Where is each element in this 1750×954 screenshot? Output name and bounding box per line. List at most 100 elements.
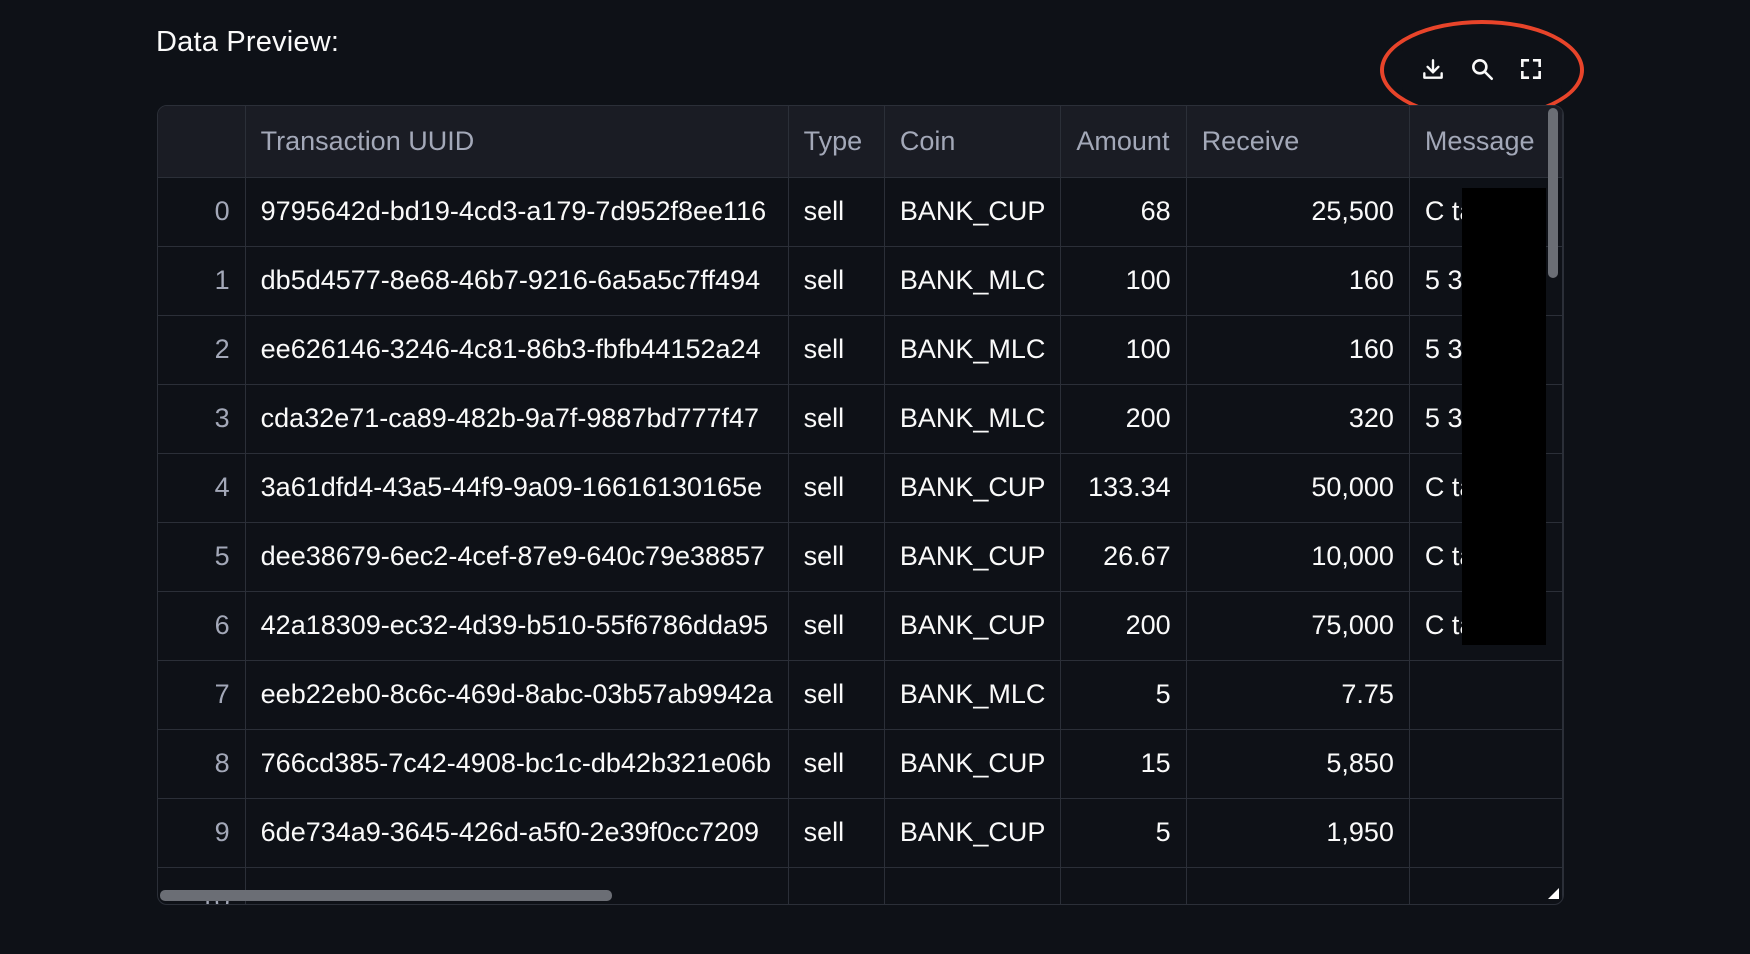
- column-header-amount[interactable]: Amount: [1060, 106, 1187, 178]
- cell-receive[interactable]: 10,000: [1186, 522, 1410, 592]
- dataframe-toolbar: [1402, 43, 1562, 95]
- cell-coin[interactable]: BANK_CUP: [884, 729, 1062, 799]
- table-row[interactable]: 3 cda32e71-ca89-482b-9a7f-9887bd777f47 sel…: [158, 384, 1563, 454]
- row-index[interactable]: 1: [158, 246, 246, 316]
- cell-coin[interactable]: BANK_CUP: [884, 453, 1062, 523]
- cell-receive[interactable]: 5,850: [1186, 729, 1410, 799]
- cell-coin[interactable]: BANK_MLC: [884, 660, 1062, 730]
- cell-type[interactable]: [788, 867, 885, 904]
- table-row[interactable]: 7 eeb22eb0-8c6c-469d-8abc-03b57ab9942a sel…: [158, 660, 1563, 730]
- download-button[interactable]: [1413, 49, 1453, 89]
- cell-amount[interactable]: 100: [1060, 315, 1187, 385]
- index-header[interactable]: [158, 106, 246, 178]
- table-row[interactable]: 1 db5d4577-8e68-46b7-9216-6a5a5c7ff494 sel…: [158, 246, 1563, 316]
- download-icon: [1422, 59, 1443, 79]
- cell-transaction-uuid[interactable]: 3a61dfd4-43a5-44f9-9a09-16616130165e: [245, 453, 789, 523]
- fullscreen-button[interactable]: [1511, 49, 1551, 89]
- cell-coin[interactable]: BANK_CUP: [884, 177, 1062, 247]
- row-index[interactable]: 3: [158, 384, 246, 454]
- cell-type[interactable]: sell: [788, 246, 885, 316]
- cell-type[interactable]: sell: [788, 798, 885, 868]
- table-row[interactable]: 9 6de734a9-3645-426d-a5f0-2e39f0cc7209 sel…: [158, 798, 1563, 868]
- cell-receive[interactable]: 160: [1186, 246, 1410, 316]
- redaction-block: [1462, 188, 1546, 645]
- cell-receive[interactable]: 7.75: [1186, 660, 1410, 730]
- cell-message[interactable]: [1409, 798, 1563, 868]
- table-row[interactable]: 0 9795642d-bd19-4cd3-a179-7d952f8ee116 sel…: [158, 177, 1563, 247]
- cell-coin[interactable]: BANK_MLC: [884, 246, 1062, 316]
- section-heading: Data Preview:: [156, 26, 340, 58]
- column-header-transaction-uuid[interactable]: Transaction UUID: [245, 106, 789, 178]
- cell-amount[interactable]: [1060, 867, 1187, 904]
- row-index[interactable]: 7: [158, 660, 246, 730]
- column-header-message[interactable]: Message: [1409, 106, 1563, 178]
- column-header-type[interactable]: Type: [788, 106, 885, 178]
- data-grid[interactable]: Transaction UUID Type Coin Amount Receiv…: [157, 105, 1564, 905]
- horizontal-scrollbar[interactable]: [160, 890, 612, 901]
- table-row[interactable]: 5 dee38679-6ec2-4cef-87e9-640c79e38857 sel…: [158, 522, 1563, 592]
- cell-message[interactable]: [1409, 867, 1563, 904]
- cell-coin[interactable]: [884, 867, 1062, 904]
- cell-message[interactable]: [1409, 729, 1563, 799]
- cell-transaction-uuid[interactable]: cda32e71-ca89-482b-9a7f-9887bd777f47: [245, 384, 789, 454]
- cell-amount[interactable]: 5: [1060, 798, 1187, 868]
- resize-handle[interactable]: [1548, 888, 1559, 899]
- cell-coin[interactable]: BANK_CUP: [884, 798, 1062, 868]
- row-index[interactable]: 5: [158, 522, 246, 592]
- fullscreen-icon: [1521, 59, 1542, 79]
- column-header-receive[interactable]: Receive: [1186, 106, 1410, 178]
- cell-amount[interactable]: 26.67: [1060, 522, 1187, 592]
- page: Data Preview: Transaction UUID Type Coin…: [0, 0, 1750, 954]
- cell-amount[interactable]: 5: [1060, 660, 1187, 730]
- table-row[interactable]: 6 42a18309-ec32-4d39-b510-55f6786dda95 sel…: [158, 591, 1563, 661]
- table-row[interactable]: 2 ee626146-3246-4c81-86b3-fbfb44152a24 sel…: [158, 315, 1563, 385]
- cell-receive[interactable]: [1186, 867, 1410, 904]
- cell-amount[interactable]: 200: [1060, 384, 1187, 454]
- row-index[interactable]: 8: [158, 729, 246, 799]
- cell-transaction-uuid[interactable]: 6de734a9-3645-426d-a5f0-2e39f0cc7209: [245, 798, 789, 868]
- column-header-coin[interactable]: Coin: [884, 106, 1062, 178]
- table-row[interactable]: 4 3a61dfd4-43a5-44f9-9a09-16616130165e sel…: [158, 453, 1563, 523]
- row-index[interactable]: 9: [158, 798, 246, 868]
- cell-transaction-uuid[interactable]: ee626146-3246-4c81-86b3-fbfb44152a24: [245, 315, 789, 385]
- cell-coin[interactable]: BANK_MLC: [884, 384, 1062, 454]
- cell-type[interactable]: sell: [788, 384, 885, 454]
- search-button[interactable]: [1462, 49, 1502, 89]
- header-row: Transaction UUID Type Coin Amount Receiv…: [158, 106, 1563, 178]
- cell-receive[interactable]: 1,950: [1186, 798, 1410, 868]
- cell-type[interactable]: sell: [788, 660, 885, 730]
- cell-amount[interactable]: 200: [1060, 591, 1187, 661]
- cell-amount[interactable]: 68: [1060, 177, 1187, 247]
- cell-type[interactable]: sell: [788, 522, 885, 592]
- cell-type[interactable]: sell: [788, 177, 885, 247]
- vertical-scrollbar[interactable]: [1548, 108, 1558, 278]
- cell-receive[interactable]: 50,000: [1186, 453, 1410, 523]
- row-index[interactable]: 6: [158, 591, 246, 661]
- cell-transaction-uuid[interactable]: 42a18309-ec32-4d39-b510-55f6786dda95: [245, 591, 789, 661]
- cell-transaction-uuid[interactable]: 766cd385-7c42-4908-bc1c-db42b321e06b: [245, 729, 789, 799]
- search-icon: [1472, 59, 1494, 81]
- row-index[interactable]: 0: [158, 177, 246, 247]
- cell-type[interactable]: sell: [788, 453, 885, 523]
- cell-type[interactable]: sell: [788, 591, 885, 661]
- cell-receive[interactable]: 160: [1186, 315, 1410, 385]
- cell-message[interactable]: [1409, 660, 1563, 730]
- row-index[interactable]: 4: [158, 453, 246, 523]
- cell-receive[interactable]: 320: [1186, 384, 1410, 454]
- cell-transaction-uuid[interactable]: db5d4577-8e68-46b7-9216-6a5a5c7ff494: [245, 246, 789, 316]
- cell-transaction-uuid[interactable]: dee38679-6ec2-4cef-87e9-640c79e38857: [245, 522, 789, 592]
- cell-amount[interactable]: 100: [1060, 246, 1187, 316]
- cell-coin[interactable]: BANK_CUP: [884, 591, 1062, 661]
- cell-transaction-uuid[interactable]: 9795642d-bd19-4cd3-a179-7d952f8ee116: [245, 177, 789, 247]
- cell-amount[interactable]: 133.34: [1060, 453, 1187, 523]
- cell-receive[interactable]: 25,500: [1186, 177, 1410, 247]
- cell-receive[interactable]: 75,000: [1186, 591, 1410, 661]
- cell-transaction-uuid[interactable]: eeb22eb0-8c6c-469d-8abc-03b57ab9942a: [245, 660, 789, 730]
- row-index[interactable]: 2: [158, 315, 246, 385]
- cell-type[interactable]: sell: [788, 729, 885, 799]
- cell-coin[interactable]: BANK_CUP: [884, 522, 1062, 592]
- cell-coin[interactable]: BANK_MLC: [884, 315, 1062, 385]
- table-row[interactable]: 8 766cd385-7c42-4908-bc1c-db42b321e06b sel…: [158, 729, 1563, 799]
- cell-type[interactable]: sell: [788, 315, 885, 385]
- cell-amount[interactable]: 15: [1060, 729, 1187, 799]
